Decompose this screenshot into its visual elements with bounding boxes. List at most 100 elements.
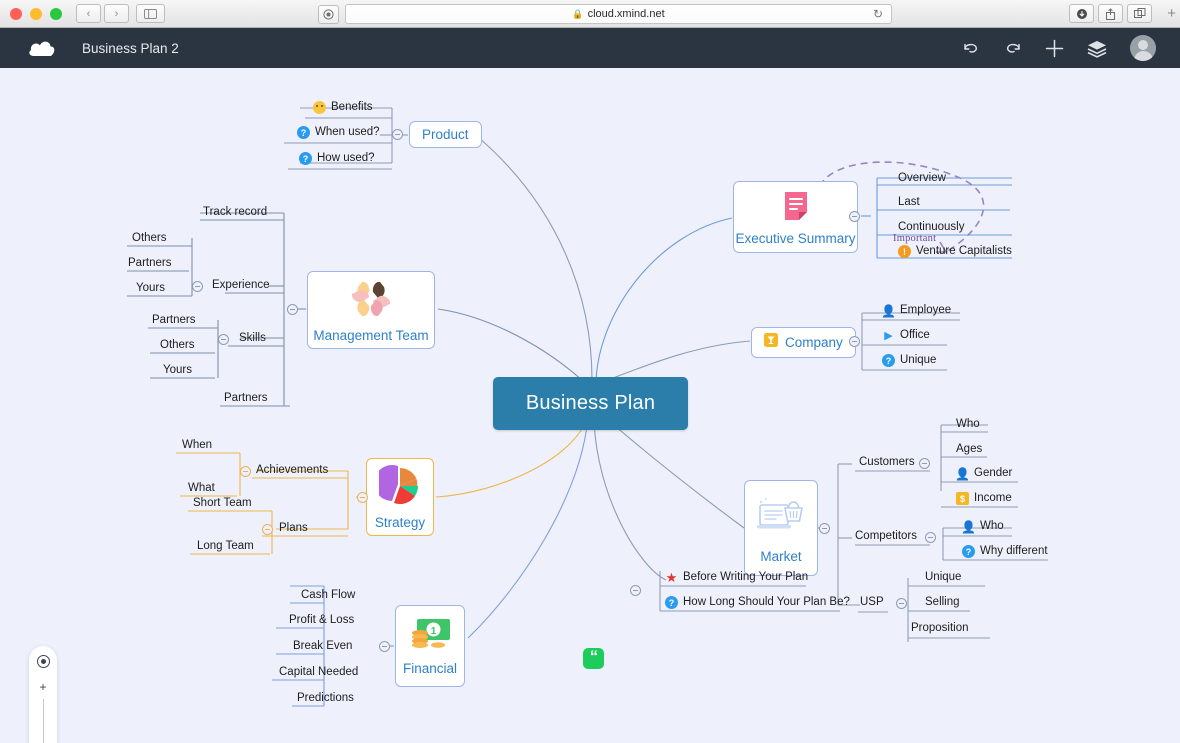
collapse-management-team[interactable] [287,304,298,315]
topic-financial[interactable]: 1 Financial [395,605,465,687]
topic-skills-others[interactable]: Others [160,339,195,351]
topic-predictions[interactable]: Predictions [297,692,354,704]
topic-profit-loss[interactable]: Profit & Loss [289,614,354,626]
topic-customers-ages[interactable]: Ages [956,443,982,455]
collapse-company[interactable] [849,336,860,347]
window-controls[interactable] [10,8,62,20]
topic-experience-yours[interactable]: Yours [136,282,165,294]
collapse-competitors[interactable] [925,532,936,543]
topic-customers[interactable]: Customers [859,456,915,468]
collapse-usp[interactable] [896,598,907,609]
tabs-icon[interactable] [1127,4,1152,23]
zoom-widget[interactable]: + — [29,646,57,743]
topic-before-writing-your-plan[interactable]: ★ Before Writing Your Plan [665,571,808,586]
topic-customers-income[interactable]: $ Income [956,492,1012,507]
zoom-in-button[interactable]: + [39,680,46,694]
shield-icon[interactable] [318,5,339,24]
topic-how-used-label: How used? [317,152,375,165]
relationship-label-important[interactable]: Important [893,233,936,244]
topic-how-long-should-your-plan-be[interactable]: ? How Long Should Your Plan Be? [665,596,850,611]
topic-office[interactable]: ▶ Office [882,329,930,344]
undo-icon[interactable] [961,40,981,56]
url-bar[interactable]: 🔒 cloud.xmind.net ↻ [345,4,892,24]
topic-usp-proposition[interactable]: Proposition [911,622,969,634]
topic-break-even[interactable]: Break Even [293,640,352,652]
topic-skills-partners[interactable]: Partners [152,314,195,326]
topic-achievements-when[interactable]: When [182,439,212,451]
collapse-experience[interactable] [192,281,203,292]
topic-cash-flow[interactable]: Cash Flow [301,589,355,601]
xmind-cloud-logo[interactable] [28,39,56,57]
topic-management-team[interactable]: Management Team [307,271,435,349]
document-title[interactable]: Business Plan 2 [82,41,179,56]
close-window-button[interactable] [10,8,22,20]
collapse-executive-summary[interactable] [849,211,860,222]
recenter-icon[interactable] [37,655,50,668]
zoom-slider-track[interactable] [43,699,44,743]
avatar[interactable] [1130,35,1156,61]
download-icon[interactable] [1069,4,1094,23]
topic-product[interactable]: Product [409,121,482,148]
collapse-plans[interactable] [262,524,273,535]
topic-achievements[interactable]: Achievements [256,464,328,476]
topic-when-used[interactable]: ? When used? [297,126,380,141]
collapse-achievements[interactable] [240,466,251,477]
topic-overview[interactable]: Overview [898,172,946,184]
question-icon: ? [299,152,312,165]
topic-skills[interactable]: Skills [239,332,266,344]
quote-icon[interactable]: “ [583,648,604,669]
collapse-financial[interactable] [379,641,390,652]
topic-experience-partners[interactable]: Partners [128,257,171,269]
plus-icon[interactable] [1045,39,1064,58]
back-button[interactable]: ‹ [76,4,101,23]
topic-last[interactable]: Last [898,196,920,208]
topic-experience[interactable]: Experience [212,279,270,291]
topic-plans[interactable]: Plans [279,522,308,534]
collapse-strategy[interactable] [357,492,368,503]
topic-competitors-why-different-label: Why different [980,545,1048,558]
central-topic[interactable]: Business Plan [493,377,688,430]
collapse-skills[interactable] [218,334,229,345]
topic-competitors-why-different[interactable]: ? Why different [962,545,1048,560]
topic-usp[interactable]: USP [860,596,884,608]
topic-management-partners[interactable]: Partners [224,392,267,404]
topic-usp-selling[interactable]: Selling [925,596,960,608]
collapse-notes[interactable] [630,585,641,596]
collapse-product[interactable] [392,129,403,140]
navigation-buttons[interactable]: ‹ › [76,4,129,23]
topic-customers-gender[interactable]: 👤 Gender [956,467,1012,482]
topic-customers-who[interactable]: Who [956,418,980,430]
sidebar-toggle-icon[interactable] [136,4,165,23]
redo-icon[interactable] [1003,40,1023,56]
topic-strategy[interactable]: Strategy [366,458,434,536]
new-tab-button[interactable]: + [1167,5,1176,22]
topic-competitors[interactable]: Competitors [855,530,917,542]
layers-icon[interactable] [1086,39,1108,58]
topic-capital-needed[interactable]: Capital Needed [279,666,358,678]
minimize-window-button[interactable] [30,8,42,20]
topic-experience-others[interactable]: Others [132,232,167,244]
topic-executive-summary[interactable]: Executive Summary [733,181,858,253]
topic-company[interactable]: Company [751,327,856,358]
topic-usp-unique[interactable]: Unique [925,571,961,583]
collapse-customers[interactable] [919,458,930,469]
topic-plans-short-team[interactable]: Short Team [193,497,252,509]
forward-button[interactable]: › [104,4,129,23]
topic-competitors-who[interactable]: 👤 Who [962,520,1004,535]
maximize-window-button[interactable] [50,8,62,20]
topic-how-used[interactable]: ? How used? [299,152,375,167]
topic-skills-yours[interactable]: Yours [163,364,192,376]
topic-employee[interactable]: 👤 Employee [882,304,951,319]
collapse-market[interactable] [819,523,830,534]
share-icon[interactable] [1098,4,1123,23]
topic-market[interactable]: Market [744,480,818,576]
mindmap-canvas[interactable]: Business Plan Product Benefits ? When us… [0,68,1180,743]
topic-unique[interactable]: ? Unique [882,354,936,369]
reload-icon[interactable]: ↻ [873,7,883,21]
topic-continuously[interactable]: Continuously [898,221,964,233]
topic-achievements-what[interactable]: What [188,482,215,494]
topic-plans-long-team[interactable]: Long Team [197,540,254,552]
topic-track-record[interactable]: Track record [203,206,267,218]
topic-venture-capitalists[interactable]: ! Venture Capitalists [898,245,1012,260]
topic-benefits[interactable]: Benefits [313,101,373,116]
